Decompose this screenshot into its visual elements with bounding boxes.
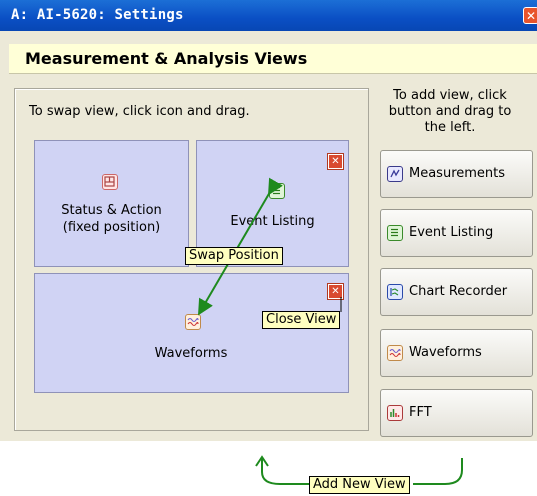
fft-label: FFT (409, 405, 432, 420)
swap-hint: To swap view, click icon and drag. (29, 104, 250, 119)
close-event-view-button[interactable]: ✕ (327, 153, 344, 170)
view-status-action: Status & Action (fixed position) (34, 140, 189, 267)
add-measurements-button[interactable]: Measurements (380, 150, 533, 198)
chart-recorder-label: Chart Recorder (409, 284, 508, 299)
waveforms-view-label: Waveforms (154, 346, 228, 361)
swap-position-callout: Swap Position (185, 247, 283, 265)
section-header: Measurement & Analysis Views (9, 44, 537, 74)
waveform-icon (387, 345, 403, 361)
waveforms-label: Waveforms (409, 345, 482, 360)
fft-icon (387, 405, 403, 421)
title-bar[interactable]: A: AI-5620: Settings ✕ (0, 0, 537, 31)
add-chart-recorder-button[interactable]: Chart Recorder (380, 268, 533, 316)
close-waveforms-view-button[interactable]: ✕ (327, 283, 344, 300)
measurements-label: Measurements (409, 166, 506, 181)
add-view-hint: To add view, click button and drag to th… (388, 88, 512, 135)
window-title: A: AI-5620: Settings (11, 7, 184, 23)
section-title: Measurement & Analysis Views (25, 49, 308, 68)
status-view-label-line2: (fixed position) (62, 220, 161, 235)
close-view-callout: Close View (262, 311, 341, 329)
chart-recorder-icon (387, 284, 403, 300)
status-icon (102, 174, 118, 190)
waveform-icon[interactable] (185, 314, 201, 330)
list-icon (387, 225, 403, 241)
event-listing-label: Event Listing (409, 225, 494, 240)
list-icon[interactable] (269, 183, 285, 199)
settings-window: A: AI-5620: Settings ✕ Measurement & Ana… (0, 0, 537, 441)
view-waveforms: ✕ Waveforms (34, 273, 349, 393)
add-waveforms-button[interactable]: Waveforms (380, 329, 533, 377)
add-event-listing-button[interactable]: Event Listing (380, 209, 533, 257)
event-view-label: Event Listing (230, 214, 315, 229)
status-view-label-line1: Status & Action (61, 203, 162, 218)
measurements-icon (387, 166, 403, 182)
window-close-button[interactable]: ✕ (523, 7, 537, 24)
add-fft-button[interactable]: FFT (380, 389, 533, 437)
add-new-view-callout: Add New View (309, 476, 410, 494)
add-view-bracket (261, 458, 310, 485)
